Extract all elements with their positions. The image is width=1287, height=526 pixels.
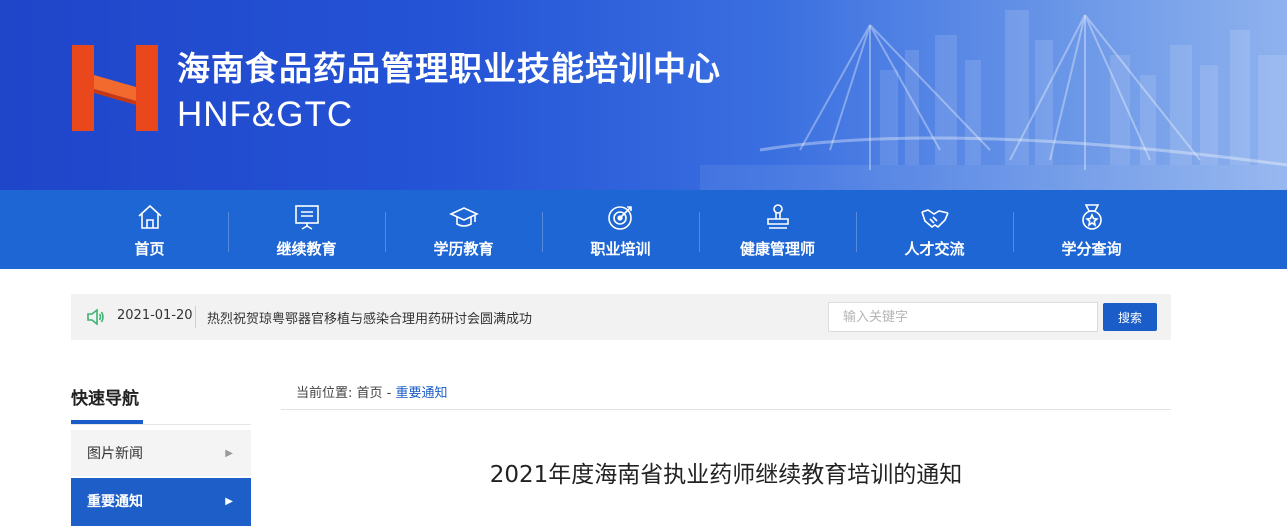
notice-date: 2021-01-20 — [117, 308, 193, 323]
nav-label: 继续教育 — [276, 240, 337, 258]
speaker-icon — [87, 308, 104, 326]
nav-label: 健康管理师 — [739, 240, 815, 258]
nav-item-continuing-education[interactable]: 继续教育 — [228, 190, 385, 269]
nav-item-home[interactable]: 首页 — [71, 190, 228, 269]
sidebar-title: 快速导航 — [71, 389, 139, 409]
site-subtitle: HNF&GTC — [177, 95, 354, 134]
stamp-icon — [766, 204, 789, 229]
nav-item-credit-query[interactable]: 学分查询 — [1013, 190, 1170, 269]
nav-item-talent-exchange[interactable]: 人才交流 — [856, 190, 1013, 269]
breadcrumb-divider — [281, 409, 1171, 410]
presentation-board-icon — [294, 205, 319, 230]
handshake-icon — [920, 209, 949, 229]
sidebar-divider — [71, 424, 251, 425]
home-icon — [137, 204, 162, 229]
chevron-right-icon: ▶ — [225, 496, 233, 507]
target-icon — [607, 206, 632, 230]
sidebar-item-picture-news[interactable]: 图片新闻 ▶ — [71, 430, 251, 478]
notice-divider — [195, 306, 196, 328]
breadcrumb-home-link[interactable]: 首页 — [357, 386, 383, 401]
medal-icon — [1081, 204, 1102, 230]
nav-label: 职业培训 — [590, 240, 651, 258]
search-input[interactable] — [828, 302, 1098, 332]
article-title: 2021年度海南省执业药师继续教育培训的通知 — [489, 462, 963, 488]
search-button[interactable]: 搜索 — [1103, 303, 1157, 331]
nav-label: 学分查询 — [1061, 240, 1122, 258]
breadcrumb-current-link[interactable]: 重要通知 — [396, 386, 448, 401]
breadcrumb: 当前位置: 首页 - 重要通知 — [296, 382, 448, 401]
site-title: 海南食品药品管理职业技能培训中心 — [177, 49, 721, 88]
nav-label: 首页 — [134, 240, 165, 258]
sidebar-item-label: 重要通知 — [87, 494, 143, 510]
nav-label: 人才交流 — [904, 240, 965, 258]
sidebar-item-important-notice[interactable]: 重要通知 ▶ — [71, 478, 251, 526]
main-nav: 首页 继续教育 学历教育 职业培训 健康管理师 人才交流 学分查询 — [0, 190, 1287, 269]
nav-item-vocational-training[interactable]: 职业培训 — [542, 190, 699, 269]
graduation-cap-icon — [448, 207, 479, 227]
notice-headline-link[interactable]: 热烈祝贺琼粤鄂器官移植与感染合理用药研讨会圆满成功 — [207, 308, 532, 327]
chevron-right-icon: ▶ — [225, 448, 233, 459]
header-banner: 海南食品药品管理职业技能培训中心 HNF&GTC — [0, 0, 1287, 190]
nav-label: 学历教育 — [433, 240, 494, 258]
sidebar-title-underline — [71, 420, 143, 424]
breadcrumb-separator: - — [382, 386, 396, 401]
sidebar-item-label: 图片新闻 — [87, 446, 143, 462]
breadcrumb-prefix: 当前位置: — [296, 386, 353, 401]
notice-bar: 2021-01-20 热烈祝贺琼粤鄂器官移植与感染合理用药研讨会圆满成功 搜索 — [71, 294, 1171, 340]
nav-item-degree-education[interactable]: 学历教育 — [385, 190, 542, 269]
nav-item-health-manager[interactable]: 健康管理师 — [699, 190, 856, 269]
hnfgtc-logo-icon — [72, 45, 158, 131]
